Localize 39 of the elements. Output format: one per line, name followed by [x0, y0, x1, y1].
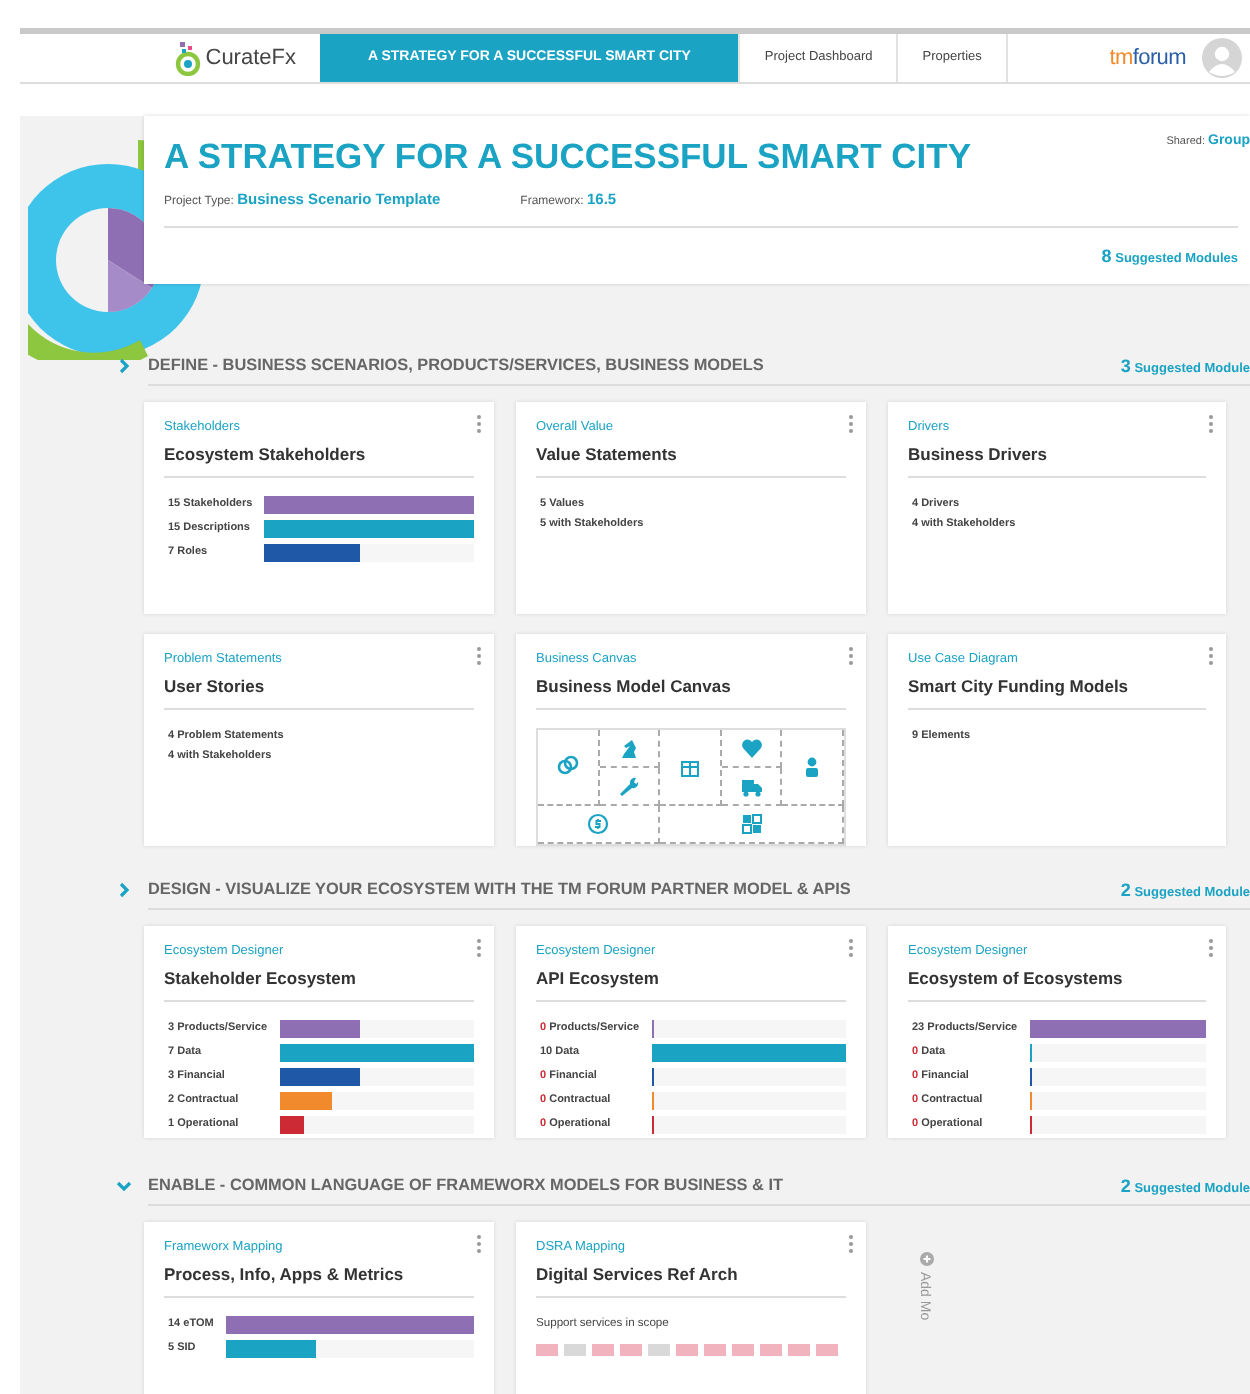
kebab-menu-icon[interactable]	[476, 1234, 482, 1254]
module-title: API Ecosystem	[536, 961, 846, 1001]
dollar-icon	[586, 811, 611, 835]
kebab-menu-icon[interactable]	[1208, 938, 1214, 958]
kebab-menu-icon[interactable]	[476, 414, 482, 434]
logo-icon	[173, 40, 202, 76]
chevron-right-icon[interactable]	[116, 358, 132, 374]
chess-knight-icon	[616, 735, 641, 759]
module-title: Smart City Funding Models	[908, 669, 1206, 709]
module-title: Value Statements	[536, 437, 846, 477]
wrench-icon	[616, 773, 641, 797]
section-title: ENABLE - COMMON LANGUAGE OF FRAMEWORX MODELS FOR BUSINESS & IT	[148, 1174, 785, 1199]
kebab-menu-icon[interactable]	[848, 1234, 854, 1254]
partner-logo: tmforum	[1109, 43, 1186, 74]
kebab-menu-icon[interactable]	[848, 414, 854, 434]
kebab-menu-icon[interactable]	[476, 938, 482, 958]
kebab-menu-icon[interactable]	[1208, 414, 1214, 434]
module-title: User Stories	[164, 669, 474, 709]
grid-icon	[739, 811, 764, 835]
module-title: Business Model Canvas	[536, 669, 846, 709]
heart-icon	[739, 735, 764, 759]
module-title: Process, Info, Apps & Metrics	[164, 1257, 474, 1297]
module-title: Ecosystem of Ecosystems	[908, 961, 1206, 1001]
chevron-right-icon[interactable]	[116, 882, 132, 898]
chevron-down-icon[interactable]	[116, 1178, 132, 1194]
kebab-menu-icon[interactable]	[476, 646, 482, 666]
module-title: Stakeholder Ecosystem	[164, 961, 474, 1001]
module-title: Ecosystem Stakeholders	[164, 437, 474, 477]
kebab-menu-icon[interactable]	[848, 938, 854, 958]
section-title: DESIGN - VISUALIZE YOUR ECOSYSTEM WITH THE TM FORUM PARTNER MODEL & APIS	[148, 878, 853, 903]
rings-icon	[555, 754, 580, 778]
avatar-icon[interactable]	[1202, 38, 1242, 78]
kebab-menu-icon[interactable]	[1208, 646, 1214, 666]
logo-text: CurateFx	[205, 43, 296, 74]
kebab-menu-icon[interactable]	[848, 646, 854, 666]
section-title: DEFINE - BUSINESS SCENARIOS, PRODUCTS/SERVICES, BUSINESS MODELS	[148, 354, 766, 379]
module-title: Business Drivers	[908, 437, 1206, 477]
plus-icon	[919, 1252, 934, 1266]
module-title: Digital Services Ref Arch	[536, 1257, 846, 1297]
